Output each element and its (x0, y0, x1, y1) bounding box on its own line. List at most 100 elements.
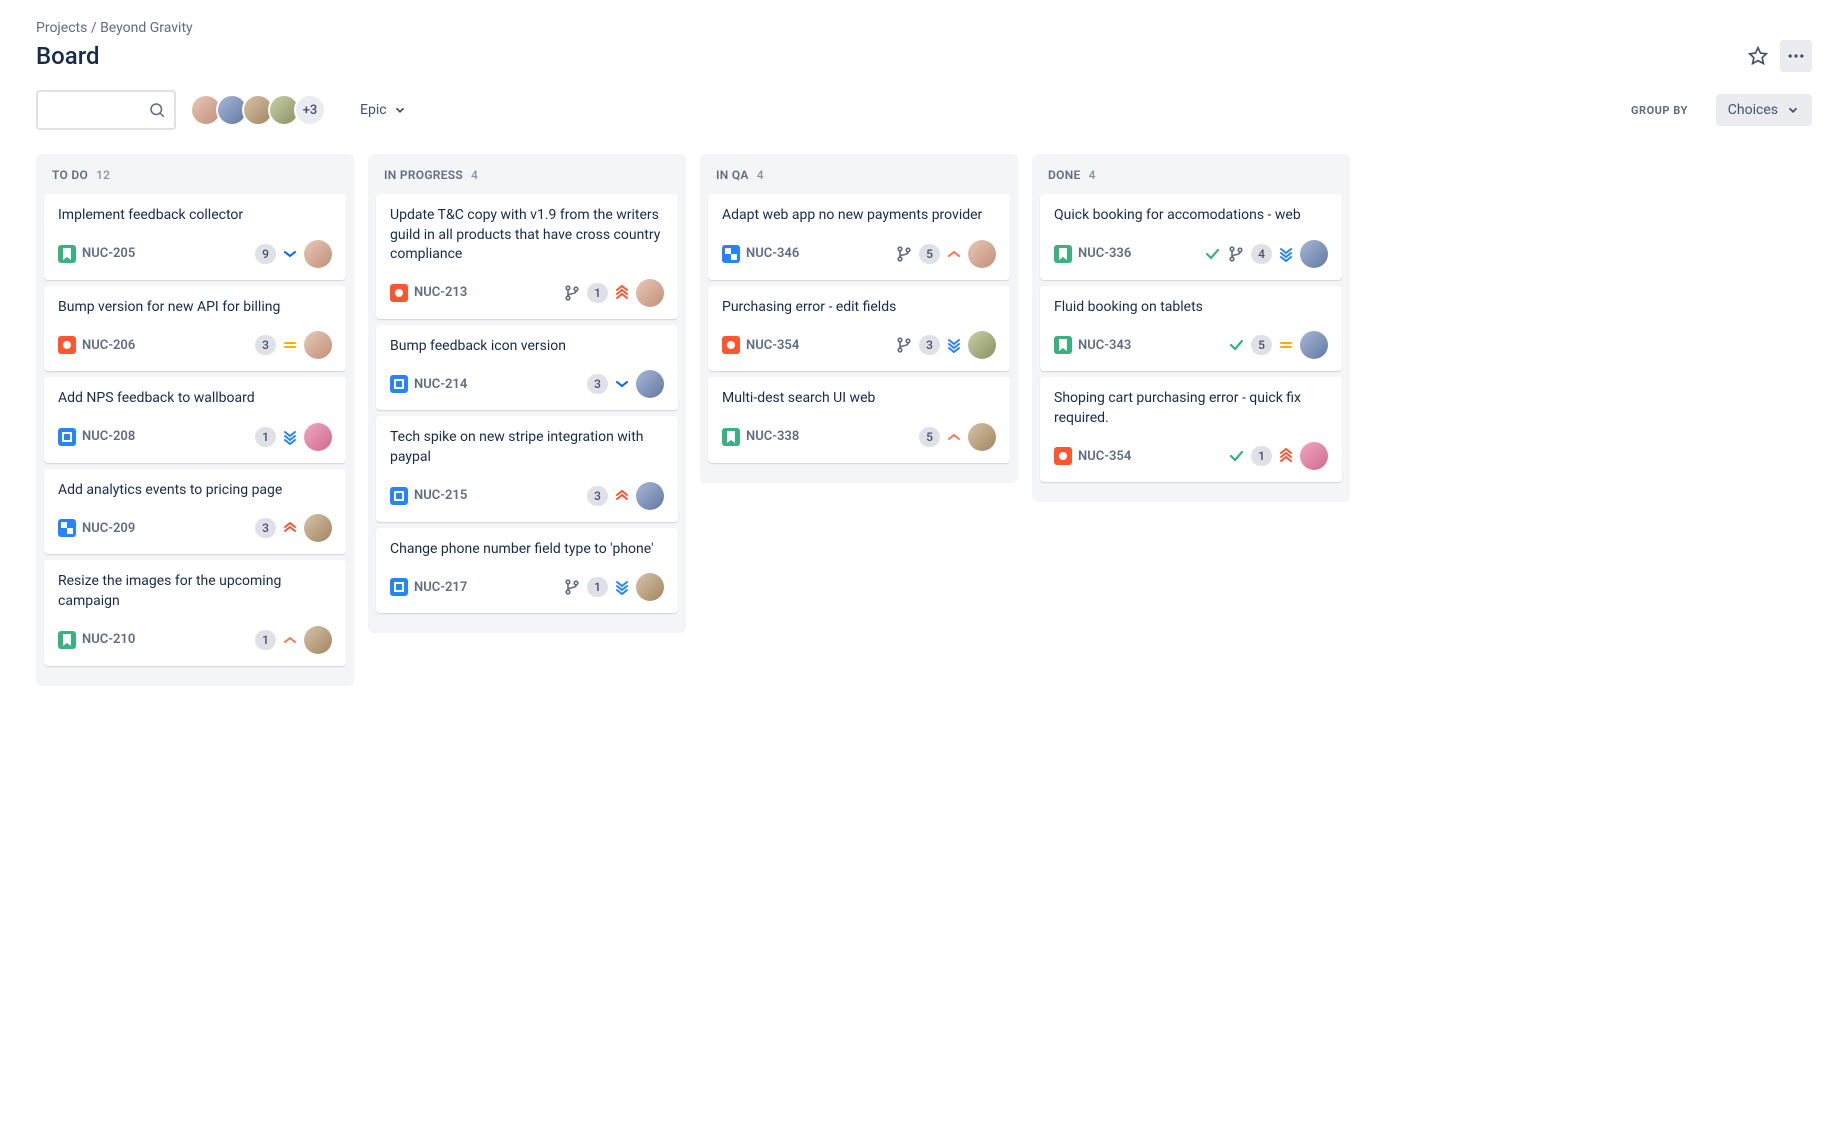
breadcrumb-project[interactable]: Beyond Gravity (100, 20, 193, 36)
check-icon (1227, 447, 1245, 465)
kanban-board: TO DO 12 Implement feedback collector NU… (36, 154, 1812, 686)
issue-card[interactable]: Bump feedback icon version NUC-2143 (376, 325, 678, 411)
issue-type-task-icon (390, 578, 408, 596)
story-points-badge: 3 (255, 518, 276, 538)
story-points-badge: 1 (255, 630, 276, 650)
column-count: 4 (471, 168, 478, 182)
priority-low-icon (614, 376, 630, 392)
priority-highest-icon (1278, 448, 1294, 464)
column-header: DONE 4 (1040, 168, 1342, 194)
issue-card[interactable]: Implement feedback collector NUC-2059 (44, 194, 346, 280)
issue-card[interactable]: Multi-dest search UI web NUC-3385 (708, 377, 1010, 463)
breadcrumb-root[interactable]: Projects (36, 20, 87, 36)
assignee-avatar[interactable] (1300, 442, 1328, 470)
issue-type-story-icon (722, 428, 740, 446)
issue-type-story-icon (1054, 336, 1072, 354)
card-title: Add analytics events to pricing page (58, 481, 332, 501)
column-count: 4 (757, 168, 764, 182)
assignee-avatar[interactable] (304, 331, 332, 359)
branch-icon (563, 284, 581, 302)
issue-card[interactable]: Quick booking for accomodations - web NU… (1040, 194, 1342, 280)
card-title: Resize the images for the upcoming campa… (58, 572, 332, 611)
issue-type-task-icon (390, 487, 408, 505)
issue-key: NUC-215 (414, 488, 467, 503)
priority-lowest-icon (1278, 246, 1294, 262)
card-title: Fluid booking on tablets (1054, 298, 1328, 318)
more-actions-button[interactable] (1780, 40, 1812, 72)
column: TO DO 12 Implement feedback collector NU… (36, 154, 354, 686)
issue-key: NUC-213 (414, 285, 467, 300)
issue-key: NUC-210 (82, 632, 135, 647)
issue-key: NUC-209 (82, 521, 135, 536)
issue-card[interactable]: Update T&C copy with v1.9 from the write… (376, 194, 678, 319)
issue-card[interactable]: Adapt web app no new payments provider N… (708, 194, 1010, 280)
story-points-badge: 9 (255, 244, 276, 264)
assignee-avatar[interactable] (304, 514, 332, 542)
assignee-avatar[interactable] (636, 279, 664, 307)
assignee-avatar[interactable] (968, 423, 996, 451)
story-points-badge: 3 (919, 335, 940, 355)
branch-icon (563, 578, 581, 596)
column-header: IN QA 4 (708, 168, 1010, 194)
issue-type-subtask-icon (722, 245, 740, 263)
story-points-badge: 1 (1251, 446, 1272, 466)
groupby-select[interactable]: Choices (1716, 94, 1812, 126)
card-title: Bump version for new API for billing (58, 298, 332, 318)
card-title: Bump feedback icon version (390, 337, 664, 357)
assignee-avatar[interactable] (304, 626, 332, 654)
assignee-avatar[interactable] (304, 240, 332, 268)
issue-card[interactable]: Shoping cart purchasing error - quick fi… (1040, 377, 1342, 482)
story-points-badge: 3 (587, 486, 608, 506)
issue-key: NUC-354 (746, 338, 799, 353)
issue-card[interactable]: Bump version for new API for billing NUC… (44, 286, 346, 372)
issue-key: NUC-343 (1078, 338, 1131, 353)
issue-card[interactable]: Resize the images for the upcoming campa… (44, 560, 346, 665)
priority-med-high-icon (946, 246, 962, 262)
branch-icon (1227, 245, 1245, 263)
star-button[interactable] (1742, 40, 1774, 72)
issue-card[interactable]: Change phone number field type to 'phone… (376, 528, 678, 614)
check-icon (1227, 336, 1245, 354)
issue-card[interactable]: Tech spike on new stripe integration wit… (376, 416, 678, 521)
issue-type-bug-icon (722, 336, 740, 354)
issue-card[interactable]: Purchasing error - edit fields NUC-3543 (708, 286, 1010, 372)
issue-card[interactable]: Fluid booking on tablets NUC-3435 (1040, 286, 1342, 372)
groupby-value: Choices (1728, 102, 1778, 118)
issue-type-subtask-icon (58, 519, 76, 537)
story-points-badge: 1 (255, 427, 276, 447)
avatar-group: +3 (190, 94, 326, 126)
assignee-avatar[interactable] (636, 482, 664, 510)
assignee-avatar[interactable] (304, 423, 332, 451)
page-title: Board (36, 42, 100, 70)
chevron-down-icon (393, 103, 407, 117)
assignee-avatar[interactable] (636, 573, 664, 601)
assignee-avatar[interactable] (636, 370, 664, 398)
search-input[interactable] (36, 90, 176, 130)
issue-type-bug-icon (390, 284, 408, 302)
story-points-badge: 3 (587, 374, 608, 394)
issue-key: NUC-354 (1078, 449, 1131, 464)
priority-med-high-icon (946, 429, 962, 445)
story-points-badge: 1 (587, 283, 608, 303)
avatar-overflow[interactable]: +3 (294, 94, 326, 126)
assignee-avatar[interactable] (968, 331, 996, 359)
priority-medium-icon (282, 337, 298, 353)
assignee-avatar[interactable] (968, 240, 996, 268)
epic-filter[interactable]: Epic (360, 102, 407, 118)
priority-medium-icon (1278, 337, 1294, 353)
issue-card[interactable]: Add NPS feedback to wallboard NUC-2081 (44, 377, 346, 463)
issue-key: NUC-217 (414, 580, 467, 595)
issue-card[interactable]: Add analytics events to pricing page NUC… (44, 469, 346, 555)
card-title: Tech spike on new stripe integration wit… (390, 428, 664, 467)
column-name: TO DO (52, 168, 88, 182)
check-icon (1203, 245, 1221, 263)
card-title: Shoping cart purchasing error - quick fi… (1054, 389, 1328, 428)
card-title: Add NPS feedback to wallboard (58, 389, 332, 409)
epic-filter-label: Epic (360, 102, 387, 118)
assignee-avatar[interactable] (1300, 240, 1328, 268)
priority-lowest-icon (946, 337, 962, 353)
priority-lowest-icon (282, 429, 298, 445)
column: IN PROGRESS 4 Update T&C copy with v1.9 … (368, 154, 686, 633)
search-icon (148, 101, 166, 119)
assignee-avatar[interactable] (1300, 331, 1328, 359)
